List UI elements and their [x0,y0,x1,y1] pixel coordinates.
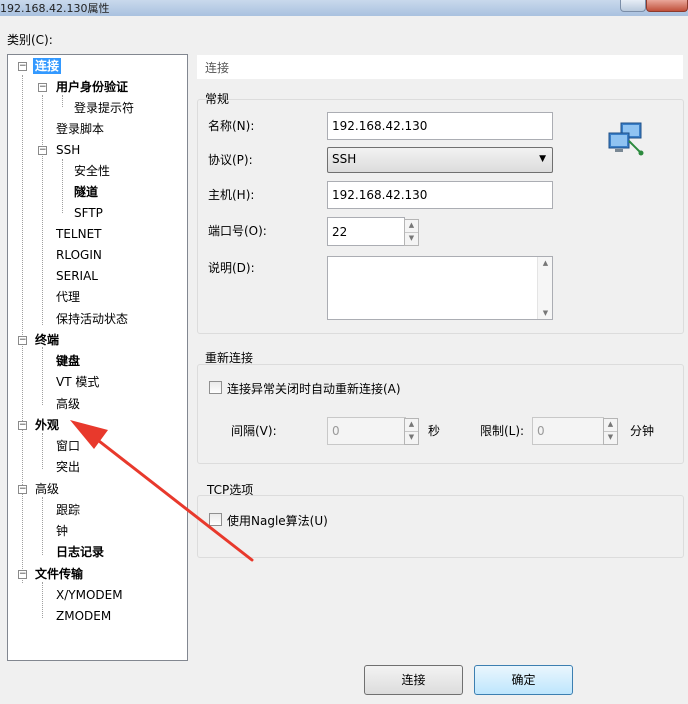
annotation-arrow [70,420,254,562]
arrow-shaft [88,432,254,562]
